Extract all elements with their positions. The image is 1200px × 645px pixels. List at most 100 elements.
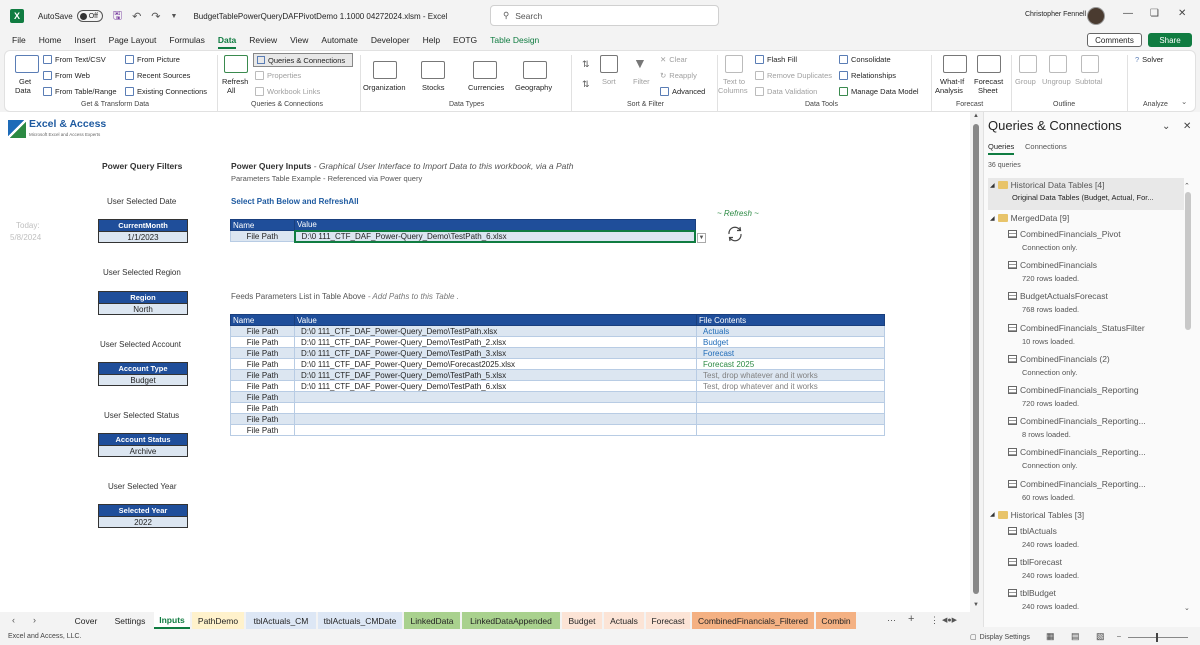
expand-triangle-icon[interactable]: ◢ bbox=[990, 215, 995, 222]
advanced-button[interactable]: Advanced bbox=[660, 87, 705, 96]
param-value[interactable]: Budget bbox=[99, 374, 187, 385]
sheet-tab[interactable]: LinkedDataAppended bbox=[462, 612, 560, 629]
consolidate-button[interactable]: Consolidate bbox=[839, 55, 891, 64]
column-header[interactable]: File Contents bbox=[696, 314, 885, 326]
properties-button[interactable]: Properties bbox=[255, 71, 301, 80]
user-name[interactable]: Christopher Fennell bbox=[1025, 11, 1086, 18]
workbook-links-button[interactable]: Workbook Links bbox=[255, 87, 320, 96]
name-cell[interactable]: File Path bbox=[230, 230, 295, 242]
get-data-button-line2[interactable]: Data bbox=[15, 86, 31, 95]
currencies-icon[interactable] bbox=[473, 61, 497, 79]
path-cell[interactable] bbox=[294, 424, 697, 436]
param-value[interactable]: 2022 bbox=[99, 516, 187, 527]
sheet-tab[interactable]: LinkedData bbox=[404, 612, 460, 629]
ungroup-button[interactable]: Ungroup bbox=[1042, 77, 1071, 86]
stocks-icon[interactable] bbox=[421, 61, 445, 79]
file-contents-cell[interactable] bbox=[696, 402, 885, 414]
close-icon[interactable]: ✕ bbox=[1178, 8, 1186, 19]
query-group[interactable]: ◢ Historical Tables [3] bbox=[990, 510, 1084, 520]
forecast-sheet-button[interactable]: Forecast bbox=[974, 77, 1003, 86]
refresh-all-icon[interactable] bbox=[224, 55, 248, 73]
recent-sources-button[interactable]: Recent Sources bbox=[125, 71, 190, 80]
name-cell[interactable]: File Path bbox=[230, 413, 295, 425]
manage-data-model-button[interactable]: Manage Data Model bbox=[839, 87, 919, 96]
pane-close-icon[interactable]: ✕ bbox=[1183, 121, 1191, 132]
refresh-all-button[interactable]: Refresh bbox=[222, 77, 248, 86]
file-contents-cell[interactable]: Budget bbox=[696, 336, 885, 348]
sheet-tab[interactable]: Forecast bbox=[646, 612, 690, 629]
ungroup-icon[interactable] bbox=[1049, 55, 1067, 73]
file-contents-cell[interactable]: Test, drop whatever and it works bbox=[696, 369, 885, 381]
existing-connections-button[interactable]: Existing Connections bbox=[125, 87, 207, 96]
geography-icon[interactable] bbox=[523, 61, 547, 79]
refresh-icon[interactable] bbox=[725, 224, 745, 244]
sheet-tab[interactable]: Settings bbox=[108, 612, 152, 629]
group-icon[interactable] bbox=[1019, 55, 1037, 73]
what-if-button-line2[interactable]: Analysis bbox=[935, 86, 963, 95]
comments-button[interactable]: Comments bbox=[1087, 33, 1142, 47]
param-value[interactable]: North bbox=[99, 303, 187, 314]
tab-eotg[interactable]: EOTG bbox=[453, 35, 477, 45]
path-cell[interactable] bbox=[294, 402, 697, 414]
param-value[interactable]: Archive bbox=[99, 445, 187, 456]
redo-icon[interactable]: ↷ bbox=[151, 10, 160, 23]
sheet-tab[interactable]: tblActuals_CMDate bbox=[318, 612, 402, 629]
query-item[interactable]: CombinedFinancials_Reporting bbox=[1008, 385, 1139, 395]
query-item[interactable]: CombinedFinancials_Reporting... bbox=[1008, 447, 1146, 457]
search-box[interactable]: ⚲ Search bbox=[490, 5, 719, 26]
name-cell[interactable]: File Path bbox=[230, 369, 295, 381]
path-cell[interactable] bbox=[294, 391, 697, 403]
name-cell[interactable]: File Path bbox=[230, 380, 295, 392]
share-button[interactable]: Share bbox=[1148, 33, 1192, 47]
text-to-columns-button-line2[interactable]: Columns bbox=[718, 86, 748, 95]
subtotal-icon[interactable] bbox=[1081, 55, 1099, 73]
pane-scrollbar[interactable]: ⌃ ⌄ bbox=[1184, 182, 1192, 612]
sheet-tab[interactable]: Actuals bbox=[604, 612, 644, 629]
sort-descending-icon[interactable]: ⇅ bbox=[582, 79, 590, 90]
path-cell[interactable]: D:\0 111_CTF_DAF_Power-Query_Demo\Foreca… bbox=[294, 358, 697, 370]
dropdown-arrow-icon[interactable]: ▼ bbox=[697, 233, 706, 243]
query-item[interactable]: CombinedFinancials_Reporting... bbox=[1008, 479, 1146, 489]
reapply-button[interactable]: ↻ Reapply bbox=[660, 71, 697, 80]
file-contents-cell[interactable]: Test, drop whatever and it works bbox=[696, 380, 885, 392]
query-group[interactable]: ◢ Historical Data Tables [4] bbox=[990, 180, 1104, 190]
sheet-tab[interactable]: tblActuals_CM bbox=[246, 612, 316, 629]
query-item[interactable]: tblForecast bbox=[1008, 557, 1062, 567]
tab-insert[interactable]: Insert bbox=[74, 35, 95, 45]
stocks-button[interactable]: Stocks bbox=[422, 83, 445, 92]
selected-path-cell[interactable]: D:\0 111_CTF_DAF_Power-Query_Demo\TestPa… bbox=[293, 229, 696, 243]
sheet-tab[interactable]: Combin bbox=[816, 612, 856, 629]
tab-scroll-left-icon[interactable]: ‹ bbox=[12, 615, 15, 625]
path-cell[interactable]: D:\0 111_CTF_DAF_Power-Query_Demo\TestPa… bbox=[294, 325, 697, 337]
sort-button[interactable]: Sort bbox=[602, 77, 616, 86]
tab-page-layout[interactable]: Page Layout bbox=[109, 35, 157, 45]
tab-formulas[interactable]: Formulas bbox=[169, 35, 204, 45]
restore-icon[interactable]: ❏ bbox=[1150, 8, 1159, 19]
text-to-columns-icon[interactable] bbox=[725, 55, 743, 73]
tab-table-design[interactable]: Table Design bbox=[490, 35, 539, 45]
forecast-sheet-button-line2[interactable]: Sheet bbox=[978, 86, 998, 95]
expand-triangle-icon[interactable]: ◢ bbox=[990, 182, 995, 189]
page-layout-view-icon[interactable]: ▤ bbox=[1071, 631, 1080, 642]
scroll-thumb[interactable] bbox=[973, 124, 979, 594]
query-item[interactable]: CombinedFinancials bbox=[1008, 260, 1097, 270]
tab-review[interactable]: Review bbox=[249, 35, 277, 45]
text-to-columns-button[interactable]: Text to bbox=[723, 77, 745, 86]
path-cell[interactable]: D:\0 111_CTF_DAF_Power-Query_Demo\TestPa… bbox=[294, 336, 697, 348]
path-cell[interactable]: D:\0 111_CTF_DAF_Power-Query_Demo\TestPa… bbox=[294, 380, 697, 392]
file-contents-cell[interactable] bbox=[696, 424, 885, 436]
geography-button[interactable]: Geography bbox=[515, 83, 552, 92]
tab-home[interactable]: Home bbox=[39, 35, 62, 45]
refresh-all-button-line2[interactable]: All bbox=[227, 86, 235, 95]
undo-icon[interactable]: ↶ bbox=[132, 10, 141, 23]
sheet-tab[interactable]: Inputs bbox=[154, 612, 190, 629]
worksheet[interactable]: Excel & Access Microsoft Excel and Acces… bbox=[0, 112, 970, 612]
customize-toolbar-icon[interactable]: ▼ bbox=[171, 13, 178, 20]
query-item[interactable]: BudgetActualsForecast bbox=[1008, 291, 1108, 301]
tab-scroll-right-icon[interactable]: › bbox=[33, 615, 36, 625]
name-cell[interactable]: File Path bbox=[230, 336, 295, 348]
tab-help[interactable]: Help bbox=[423, 35, 440, 45]
name-cell[interactable]: File Path bbox=[230, 424, 295, 436]
pane-options-icon[interactable]: ⌄ bbox=[1162, 121, 1170, 132]
scroll-down-icon[interactable]: ▼ bbox=[973, 602, 979, 608]
